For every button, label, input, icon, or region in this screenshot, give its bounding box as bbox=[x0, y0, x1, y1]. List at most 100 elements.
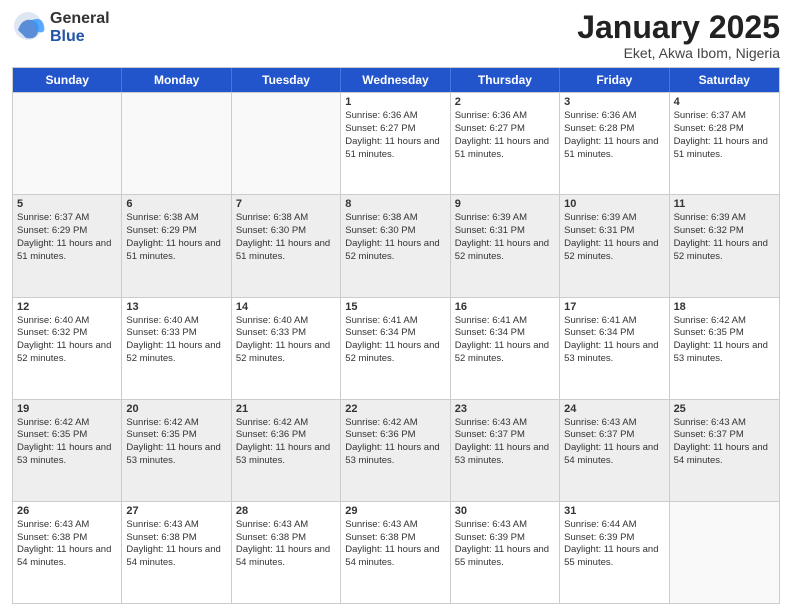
sunset-text: Sunset: 6:36 PM bbox=[236, 429, 336, 442]
logo: General Blue bbox=[12, 10, 110, 46]
daylight-text: Daylight: 11 hours and 55 minutes. bbox=[564, 544, 664, 570]
header-sunday: Sunday bbox=[13, 68, 122, 92]
day-number: 8 bbox=[345, 198, 445, 210]
cal-cell-w4-d3: 29Sunrise: 6:43 AMSunset: 6:38 PMDayligh… bbox=[341, 502, 450, 603]
daylight-text: Daylight: 11 hours and 53 minutes. bbox=[564, 340, 664, 366]
sunset-text: Sunset: 6:39 PM bbox=[455, 532, 555, 545]
daylight-text: Daylight: 11 hours and 52 minutes. bbox=[674, 238, 775, 264]
sunrise-text: Sunrise: 6:43 AM bbox=[455, 519, 555, 532]
sunset-text: Sunset: 6:27 PM bbox=[455, 123, 555, 136]
daylight-text: Daylight: 11 hours and 53 minutes. bbox=[674, 340, 775, 366]
calendar-header: Sunday Monday Tuesday Wednesday Thursday… bbox=[13, 68, 779, 92]
daylight-text: Daylight: 11 hours and 54 minutes. bbox=[564, 442, 664, 468]
cal-cell-w1-d3: 8Sunrise: 6:38 AMSunset: 6:30 PMDaylight… bbox=[341, 195, 450, 296]
sunset-text: Sunset: 6:30 PM bbox=[236, 225, 336, 238]
cal-cell-w0-d0 bbox=[13, 93, 122, 194]
daylight-text: Daylight: 11 hours and 51 minutes. bbox=[17, 238, 117, 264]
sunrise-text: Sunrise: 6:43 AM bbox=[345, 519, 445, 532]
sunset-text: Sunset: 6:39 PM bbox=[564, 532, 664, 545]
sunrise-text: Sunrise: 6:41 AM bbox=[455, 315, 555, 328]
daylight-text: Daylight: 11 hours and 53 minutes. bbox=[455, 442, 555, 468]
day-number: 31 bbox=[564, 505, 664, 517]
cal-cell-w3-d6: 25 Sunrise: 6:43 AMSunset: 6:37 PMDayligh… bbox=[670, 400, 779, 501]
cal-cell-w4-d1: 27Sunrise: 6:43 AMSunset: 6:38 PMDayligh… bbox=[122, 502, 231, 603]
daylight-text: Daylight: 11 hours and 53 minutes. bbox=[17, 442, 117, 468]
day-number: 20 bbox=[126, 403, 226, 415]
sunrise-text: Sunrise: 6:43 AM bbox=[674, 417, 775, 430]
header-saturday: Saturday bbox=[670, 68, 779, 92]
header-friday: Friday bbox=[560, 68, 669, 92]
day-number: 10 bbox=[564, 198, 664, 210]
sunset-text: Sunset: 6:29 PM bbox=[17, 225, 117, 238]
daylight-text: Daylight: 11 hours and 54 minutes. bbox=[674, 442, 775, 468]
daylight-text: Daylight: 11 hours and 54 minutes. bbox=[17, 544, 117, 570]
sunrise-text: Sunrise: 6:43 AM bbox=[564, 417, 664, 430]
logo-icon bbox=[12, 10, 48, 46]
cal-cell-w0-d3: 1Sunrise: 6:36 AMSunset: 6:27 PMDaylight… bbox=[341, 93, 450, 194]
daylight-text: Daylight: 11 hours and 52 minutes. bbox=[126, 340, 226, 366]
day-number: 2 bbox=[455, 96, 555, 108]
sunset-text: Sunset: 6:32 PM bbox=[674, 225, 775, 238]
sunrise-text: Sunrise: 6:41 AM bbox=[564, 315, 664, 328]
sunrise-text: Sunrise: 6:36 AM bbox=[345, 110, 445, 123]
calendar-body: 1Sunrise: 6:36 AMSunset: 6:27 PMDaylight… bbox=[13, 92, 779, 603]
cal-cell-w3-d0: 19Sunrise: 6:42 AMSunset: 6:35 PMDayligh… bbox=[13, 400, 122, 501]
day-number: 11 bbox=[674, 198, 775, 210]
sunset-text: Sunset: 6:37 PM bbox=[674, 429, 775, 442]
sunset-text: Sunset: 6:28 PM bbox=[564, 123, 664, 136]
cal-cell-w1-d6: 11 Sunrise: 6:39 AMSunset: 6:32 PMDayligh… bbox=[670, 195, 779, 296]
day-number: 16 bbox=[455, 301, 555, 313]
daylight-text: Daylight: 11 hours and 52 minutes. bbox=[564, 238, 664, 264]
header-thursday: Thursday bbox=[451, 68, 560, 92]
logo-general-text: General bbox=[50, 10, 110, 28]
sunrise-text: Sunrise: 6:40 AM bbox=[17, 315, 117, 328]
day-number: 22 bbox=[345, 403, 445, 415]
cal-cell-w2-d6: 18Sunrise: 6:42 AMSunset: 6:35 PMDayligh… bbox=[670, 298, 779, 399]
sunset-text: Sunset: 6:34 PM bbox=[564, 327, 664, 340]
logo-text: General Blue bbox=[50, 10, 110, 45]
sunset-text: Sunset: 6:32 PM bbox=[17, 327, 117, 340]
daylight-text: Daylight: 11 hours and 52 minutes. bbox=[345, 340, 445, 366]
daylight-text: Daylight: 11 hours and 52 minutes. bbox=[455, 238, 555, 264]
cal-cell-w0-d6: 4Sunrise: 6:37 AMSunset: 6:28 PMDaylight… bbox=[670, 93, 779, 194]
sunrise-text: Sunrise: 6:40 AM bbox=[236, 315, 336, 328]
cal-cell-w3-d5: 24Sunrise: 6:43 AMSunset: 6:37 PMDayligh… bbox=[560, 400, 669, 501]
cal-cell-w3-d4: 23Sunrise: 6:43 AMSunset: 6:37 PMDayligh… bbox=[451, 400, 560, 501]
daylight-text: Daylight: 11 hours and 54 minutes. bbox=[236, 544, 336, 570]
day-number: 13 bbox=[126, 301, 226, 313]
cal-cell-w4-d2: 28Sunrise: 6:43 AMSunset: 6:38 PMDayligh… bbox=[232, 502, 341, 603]
day-number: 15 bbox=[345, 301, 445, 313]
day-number: 27 bbox=[126, 505, 226, 517]
day-number: 3 bbox=[564, 96, 664, 108]
cal-row-0: 1Sunrise: 6:36 AMSunset: 6:27 PMDaylight… bbox=[13, 92, 779, 194]
day-number: 6 bbox=[126, 198, 226, 210]
cal-cell-w2-d2: 14Sunrise: 6:40 AMSunset: 6:33 PMDayligh… bbox=[232, 298, 341, 399]
cal-row-4: 26Sunrise: 6:43 AMSunset: 6:38 PMDayligh… bbox=[13, 501, 779, 603]
day-number: 25 bbox=[674, 403, 775, 415]
daylight-text: Daylight: 11 hours and 51 minutes. bbox=[455, 136, 555, 162]
daylight-text: Daylight: 11 hours and 53 minutes. bbox=[236, 442, 336, 468]
sunrise-text: Sunrise: 6:43 AM bbox=[17, 519, 117, 532]
sunrise-text: Sunrise: 6:39 AM bbox=[564, 212, 664, 225]
cal-cell-w1-d5: 10Sunrise: 6:39 AMSunset: 6:31 PMDayligh… bbox=[560, 195, 669, 296]
day-number: 5 bbox=[17, 198, 117, 210]
cal-cell-w1-d0: 5Sunrise: 6:37 AMSunset: 6:29 PMDaylight… bbox=[13, 195, 122, 296]
day-number: 18 bbox=[674, 301, 775, 313]
daylight-text: Daylight: 11 hours and 53 minutes. bbox=[345, 442, 445, 468]
sunrise-text: Sunrise: 6:36 AM bbox=[564, 110, 664, 123]
cal-cell-w4-d0: 26Sunrise: 6:43 AMSunset: 6:38 PMDayligh… bbox=[13, 502, 122, 603]
daylight-text: Daylight: 11 hours and 54 minutes. bbox=[126, 544, 226, 570]
day-number: 1 bbox=[345, 96, 445, 108]
day-number: 28 bbox=[236, 505, 336, 517]
daylight-text: Daylight: 11 hours and 52 minutes. bbox=[17, 340, 117, 366]
daylight-text: Daylight: 11 hours and 51 minutes. bbox=[564, 136, 664, 162]
sunrise-text: Sunrise: 6:42 AM bbox=[17, 417, 117, 430]
cal-row-2: 12Sunrise: 6:40 AMSunset: 6:32 PMDayligh… bbox=[13, 297, 779, 399]
day-number: 14 bbox=[236, 301, 336, 313]
day-number: 19 bbox=[17, 403, 117, 415]
sunset-text: Sunset: 6:34 PM bbox=[455, 327, 555, 340]
title-month: January 2025 bbox=[577, 10, 780, 45]
sunrise-text: Sunrise: 6:39 AM bbox=[674, 212, 775, 225]
cal-cell-w0-d5: 3 Sunrise: 6:36 AMSunset: 6:28 PMDaylight… bbox=[560, 93, 669, 194]
cal-row-3: 19Sunrise: 6:42 AMSunset: 6:35 PMDayligh… bbox=[13, 399, 779, 501]
